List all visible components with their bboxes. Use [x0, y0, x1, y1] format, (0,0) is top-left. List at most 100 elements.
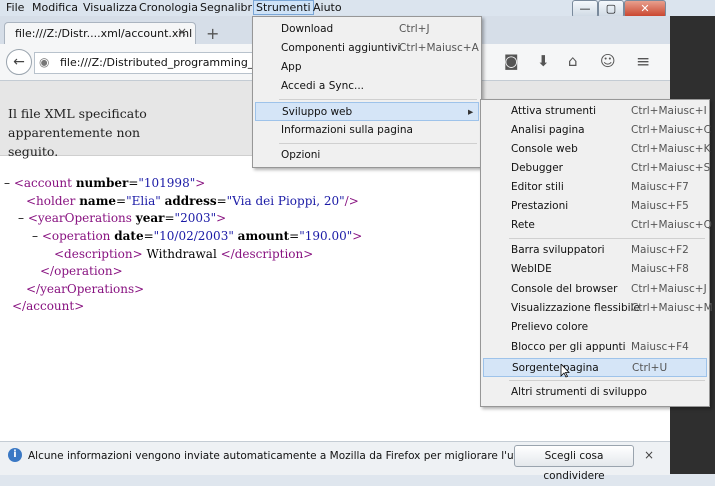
menu-item-debugger[interactable]: Debugger Ctrl+Maiusc+S — [481, 159, 711, 178]
xml-tag: <yearOperations — [27, 211, 132, 225]
collapse-toggle[interactable]: – — [4, 176, 10, 190]
info-icon: i — [8, 448, 22, 462]
download-icon[interactable]: ⬇ — [537, 52, 550, 70]
menu-item-altri-strumenti[interactable]: Altri strumenti di sviluppo — [481, 383, 707, 402]
menu-item-label: Console del browser — [511, 283, 618, 295]
menu-item-label: Accedi a Sync... — [281, 80, 365, 92]
menu-item-label: Sviluppo web — [282, 106, 353, 118]
menu-item-download[interactable]: Download Ctrl+J — [253, 20, 479, 39]
xml-tag: /> — [344, 194, 359, 208]
menu-item-label: Attiva strumenti — [511, 105, 597, 117]
menu-segnalibri[interactable]: Segnalibri — [198, 1, 257, 15]
xml-attr-value: "2003" — [174, 211, 217, 225]
menu-item-label: Prestazioni — [511, 200, 569, 212]
menu-item-shortcut: Ctrl+Maiusc+J — [631, 283, 707, 295]
menu-item-console-web[interactable]: Console web Ctrl+Maiusc+K — [481, 140, 711, 159]
xml-tag: > — [195, 176, 206, 190]
menu-item-shortcut: Ctrl+Maiusc+K — [631, 143, 711, 155]
menu-item-prelievo-colore[interactable]: Prelievo colore — [481, 318, 707, 337]
menu-item-analisi-pagina[interactable]: Analisi pagina Ctrl+Maiusc+C — [481, 121, 711, 140]
xml-attr-name: name — [79, 194, 117, 208]
xml-attr-name: year — [135, 211, 165, 225]
submenu-arrow-icon: ▸ — [468, 106, 474, 118]
menu-item-informazioni-pagina[interactable]: Informazioni sulla pagina — [253, 121, 479, 140]
banner-line-2: seguito. — [8, 144, 59, 159]
xml-tag: <account — [13, 176, 72, 190]
xml-tag: <holder — [26, 194, 76, 208]
menu-item-console-browser[interactable]: Console del browser Ctrl+Maiusc+J — [481, 280, 707, 299]
menu-item-label: Editor stili — [511, 181, 564, 193]
menu-item-shortcut: Ctrl+Maiusc+C — [631, 124, 711, 136]
menu-item-app[interactable]: App — [253, 58, 479, 77]
menu-item-shortcut: Ctrl+Maiusc+Q — [631, 219, 712, 231]
menu-item-label: Debugger — [511, 162, 563, 174]
menu-item-blocco-appunti[interactable]: Blocco per gli appunti Maiusc+F4 — [481, 338, 707, 357]
xml-line-account-end: </account> — [12, 298, 84, 315]
xml-tag: </account> — [12, 299, 85, 313]
xml-attr-value: "Via dei Pioppi, 20" — [226, 194, 345, 208]
menu-modifica[interactable]: Modifica — [30, 1, 80, 15]
collapse-toggle[interactable]: – — [18, 211, 24, 225]
menu-item-sviluppo-web[interactable]: Sviluppo web ▸ — [255, 102, 479, 121]
menu-item-shortcut: Maiusc+F7 — [631, 181, 689, 193]
menu-item-componenti-aggiuntivi[interactable]: Componenti aggiuntivi Ctrl+Maiusc+A — [253, 39, 479, 58]
menu-item-label: Informazioni sulla pagina — [281, 124, 413, 136]
xml-text: Withdrawal — [142, 247, 221, 261]
xml-attr-name: number — [75, 176, 129, 190]
menu-aiuto[interactable]: Aiuto — [311, 1, 344, 15]
menu-item-visualizzazione-flessibile[interactable]: Visualizzazione flessibile Ctrl+Maiusc+M — [481, 299, 713, 318]
menu-item-shortcut: Ctrl+Maiusc+S — [631, 162, 711, 174]
hamburger-menu-icon[interactable]: ≡ — [636, 52, 650, 72]
menu-item-editor-stili[interactable]: Editor stili Maiusc+F7 — [481, 178, 707, 197]
menu-item-webide[interactable]: WebIDE Maiusc+F8 — [481, 260, 707, 279]
xml-tag: </operation> — [40, 264, 123, 278]
menu-item-sorgente-pagina[interactable]: Sorgente pagina Ctrl+U — [483, 358, 707, 377]
menu-visualizza[interactable]: Visualizza — [81, 1, 139, 15]
menu-item-attiva-strumenti[interactable]: Attiva strumenti Ctrl+Maiusc+I — [481, 102, 707, 121]
menu-item-label: Opzioni — [281, 149, 321, 161]
notification-close-icon[interactable]: × — [644, 448, 654, 462]
globe-icon: ◉ — [39, 55, 50, 69]
menu-item-barra-sviluppatori[interactable]: Barra sviluppatori Maiusc+F2 — [481, 241, 707, 260]
menu-item-shortcut: Ctrl+J — [399, 23, 430, 35]
menu-item-shortcut: Maiusc+F5 — [631, 200, 689, 212]
menu-separator — [279, 99, 477, 100]
chat-icon[interactable]: ☺ — [600, 52, 616, 70]
menu-item-opzioni[interactable]: Opzioni — [253, 146, 479, 165]
menu-file[interactable]: File — [4, 1, 26, 15]
tab-close-icon[interactable]: × — [177, 25, 187, 39]
menu-cronologia[interactable]: Cronologia — [137, 1, 200, 15]
choose-what-to-share-button[interactable]: Scegli cosa condividere — [514, 445, 634, 482]
menu-item-prestazioni[interactable]: Prestazioni Maiusc+F5 — [481, 197, 707, 216]
xml-line-operation-end: </operation> — [40, 263, 123, 280]
collapse-toggle[interactable]: – — [32, 229, 38, 243]
home-icon[interactable]: ⌂ — [568, 52, 578, 70]
menu-item-label: App — [281, 61, 302, 73]
xml-attr-value: "Elia" — [126, 194, 161, 208]
pocket-icon[interactable]: ◙ — [504, 52, 519, 70]
xml-tag: <description> — [54, 247, 143, 261]
tab-title: file:///Z:/Distr....xml/account.xml — [15, 27, 193, 40]
url-bar[interactable]: ◉ file:///Z:/Distributed_programming_II/… — [34, 52, 279, 74]
menu-item-label: Sorgente pagina — [512, 362, 599, 374]
menu-item-rete[interactable]: Rete Ctrl+Maiusc+Q — [481, 216, 712, 235]
menu-item-accedi-sync[interactable]: Accedi a Sync... — [253, 77, 479, 96]
menu-separator — [509, 380, 705, 381]
xml-info-text: Il file XML specificato apparentemente n… — [8, 104, 248, 161]
menu-separator — [279, 143, 477, 144]
xml-line-yearoperations: – <yearOperations year="2003"> — [18, 211, 227, 225]
menu-item-label: Prelievo colore — [511, 321, 589, 333]
menu-item-label: Console web — [511, 143, 578, 155]
new-tab-button[interactable]: + — [206, 24, 219, 43]
menu-strumenti[interactable]: Strumenti — [253, 0, 314, 15]
menu-item-label: WebIDE — [511, 263, 552, 275]
menu-item-label: Rete — [511, 219, 535, 231]
tab-account-xml[interactable]: file:///Z:/Distr....xml/account.xml × — [4, 22, 196, 45]
menu-item-label: Download — [281, 23, 334, 35]
strumenti-menu: Download Ctrl+J Componenti aggiuntivi Ct… — [252, 16, 482, 168]
xml-attr-value: "10/02/2003" — [153, 229, 234, 243]
xml-attr-value: "101998" — [138, 176, 196, 190]
menu-item-label: Barra sviluppatori — [511, 244, 605, 256]
url-text: file:///Z:/Distributed_programming_II/AA — [60, 56, 279, 69]
back-button[interactable]: ← — [6, 49, 32, 75]
